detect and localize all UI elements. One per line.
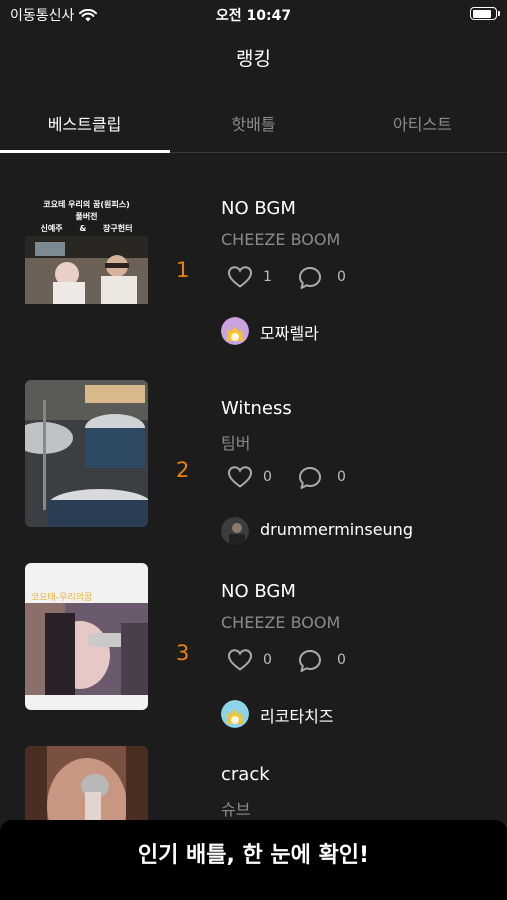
thumbnail-caption: 풀버전	[75, 212, 98, 221]
heart-icon[interactable]	[227, 265, 253, 289]
ranking-tabs: 베스트클립 핫배틀 아티스트	[0, 100, 507, 153]
active-tab-indicator	[0, 150, 170, 153]
avatar	[221, 517, 249, 545]
comment-icon[interactable]	[297, 648, 323, 674]
thumbnail-caption: 코요테 우리의 꿈(원피스)	[43, 200, 130, 209]
rank-number: 3	[176, 641, 190, 665]
banner-text: 인기 배틀, 한 눈에 확인!	[137, 843, 370, 868]
rank-number: 2	[176, 458, 190, 482]
song-title: crack	[221, 764, 270, 785]
rank-number: 1	[176, 258, 190, 282]
comment-icon[interactable]	[297, 265, 323, 291]
tab-hot-battles[interactable]: 핫배틀	[169, 111, 338, 135]
tab-artists[interactable]: 아티스트	[338, 111, 507, 135]
song-artist: 슈브	[221, 800, 251, 819]
thumbnail-caption: 신예주 & 장구헌터	[40, 224, 133, 233]
song-artist: CHEEZE BOOM	[221, 613, 341, 632]
song-artist: CHEEZE BOOM	[221, 230, 341, 249]
clip-row[interactable]: 코요테 우리의 꿈(원피스) 풀버전 신예주 & 장구헌터 1 NO BGM C…	[0, 180, 507, 345]
song-artist: 팀버	[221, 434, 251, 453]
clock: 오전 10:47	[215, 8, 292, 24]
page-title: 랭킹	[236, 48, 271, 70]
thumbnail-caption: 코요태-우리의꿈	[31, 593, 93, 603]
like-count: 0	[263, 469, 272, 485]
clip-thumbnail[interactable]: 코요태-우리의꿈	[25, 563, 148, 710]
like-count: 0	[263, 652, 272, 668]
battery-level	[472, 9, 492, 18]
clip-thumbnail[interactable]: 코요테 우리의 꿈(원피스) 풀버전 신예주 & 장구헌터	[25, 180, 148, 327]
song-title: Witness	[221, 398, 292, 419]
tab-best-clips[interactable]: 베스트클립	[0, 111, 169, 135]
username: 리코타치즈	[260, 707, 334, 726]
clip-thumbnail-image	[25, 563, 148, 710]
battery-icon	[470, 7, 500, 20]
heart-icon[interactable]	[227, 465, 253, 489]
song-title: NO BGM	[221, 198, 296, 219]
clip-thumbnail-image	[25, 380, 148, 527]
comment-icon[interactable]	[297, 465, 323, 491]
like-count: 1	[263, 269, 272, 285]
clip-row[interactable]: 2 Witness 팀버 0 0 drummerminseung	[0, 380, 507, 545]
comment-count: 0	[337, 469, 346, 485]
avatar	[221, 317, 249, 345]
comment-count: 0	[337, 652, 346, 668]
comment-count: 0	[337, 269, 346, 285]
promo-banner: 인기 배틀, 한 눈에 확인!	[0, 820, 507, 900]
username: drummerminseung	[260, 520, 413, 539]
status-bar: 이동통신사 오전 10:47	[0, 0, 507, 28]
heart-icon[interactable]	[227, 648, 253, 672]
avatar	[221, 700, 249, 728]
song-title: NO BGM	[221, 581, 296, 602]
clip-row[interactable]: 코요태-우리의꿈 3 NO BGM CHEEZE BOOM 0 0 리코타치즈	[0, 563, 507, 728]
clip-thumbnail[interactable]	[25, 380, 148, 527]
username: 모짜렐라	[260, 324, 319, 343]
